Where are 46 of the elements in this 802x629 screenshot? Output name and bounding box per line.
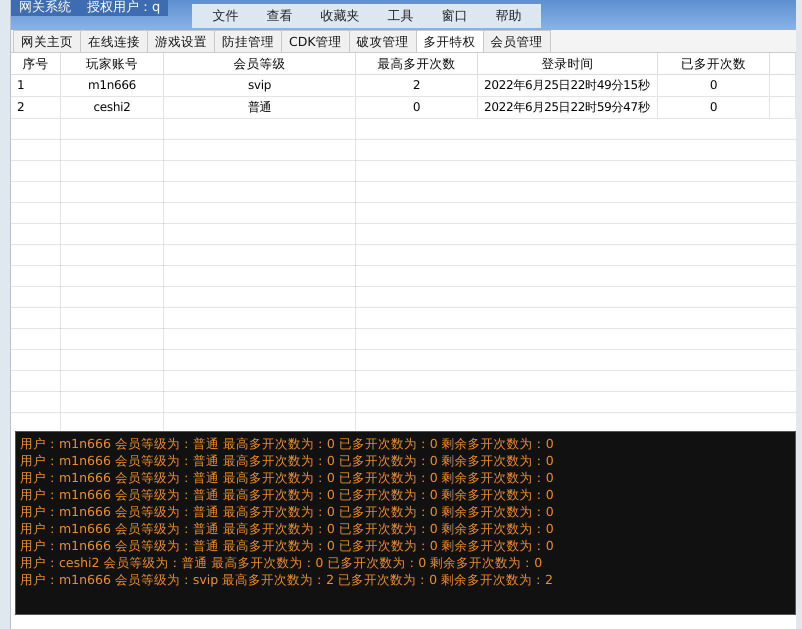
log-line: 用户：m1n666 会员等级为：svip 最高多开次数为：2 已多开次数为：0 剩余多开次数为：2 — [20, 571, 554, 588]
menu-item[interactable]: 收藏夹 — [306, 7, 374, 25]
log-line: 用户：m1n666 会员等级为：普通 最高多开次数为：0 已多开次数为：0 剩余多开次数为：0 — [20, 537, 555, 554]
table-cell: 2 — [11, 97, 61, 119]
tab[interactable]: 防挂管理 — [214, 30, 282, 52]
table-cell: 普通 — [164, 97, 356, 119]
log-line: 用户：m1n666 会员等级为：普通 最高多开次数为：0 已多开次数为：0 剩余多开次数为：0 — [20, 452, 555, 469]
column-header[interactable]: 序号 — [11, 53, 61, 75]
menu-item[interactable]: 窗口 — [427, 7, 482, 25]
table-cell: 2 — [356, 75, 478, 97]
tab[interactable]: CDK管理 — [281, 30, 350, 52]
tab[interactable]: 游戏设置 — [147, 30, 215, 52]
log-line: 用户：ceshi2 会员等级为：普通 最高多开次数为：0 已多开次数为：0 剩余多开次数为：0 — [20, 554, 544, 571]
menu-item[interactable]: 查看 — [252, 7, 306, 25]
empty-cell — [770, 97, 796, 119]
log-line: 用户：m1n666 会员等级为：普通 最高多开次数为：0 已多开次数为：0 剩余多开次数为：0 — [20, 469, 555, 486]
table-cell: 0 — [658, 97, 770, 119]
table-cell: 2022年6月25日22时49分15秒 — [478, 75, 658, 97]
tab[interactable]: 破攻管理 — [348, 30, 417, 52]
tab[interactable]: 在线连接 — [80, 30, 148, 52]
table-cell: m1n666 — [61, 75, 164, 97]
tab[interactable]: 网关主页 — [13, 30, 81, 52]
window-title: 网关系统 — [11, 0, 79, 16]
tab[interactable]: 会员管理 — [482, 30, 551, 52]
table-cell: 0 — [356, 97, 478, 119]
log-line: 用户：m1n666 会员等级为：普通 最高多开次数为：0 已多开次数为：0 剩余多开次数为：0 — [20, 503, 555, 520]
column-header[interactable]: 玩家账号 — [61, 53, 164, 75]
table-cell: 0 — [658, 75, 770, 97]
license-user: 授权用户：q — [79, 0, 168, 16]
column-header[interactable]: 登录时间 — [478, 53, 658, 75]
column-header[interactable]: 会员等级 — [164, 53, 356, 75]
table-cell: 2022年6月25日22时59分47秒 — [478, 97, 658, 119]
empty-header — [770, 53, 796, 75]
table-cell: 1 — [11, 75, 61, 97]
tab[interactable]: 多开特权 — [416, 30, 484, 52]
log-line: 用户：m1n666 会员等级为：普通 最高多开次数为：0 已多开次数为：0 剩余多开次数为：0 — [20, 486, 555, 503]
menu-item[interactable]: 文件 — [198, 7, 252, 25]
column-header[interactable]: 已多开次数 — [658, 53, 770, 75]
menu-item[interactable]: 帮助 — [481, 7, 536, 25]
table-cell: svip — [164, 75, 356, 97]
table-cell: ceshi2 — [61, 97, 164, 119]
log-line: 用户：m1n666 会员等级为：普通 最高多开次数为：0 已多开次数为：0 剩余多开次数为：0 — [20, 435, 555, 452]
menu-item[interactable]: 工具 — [373, 7, 428, 25]
log-line: 用户：m1n666 会员等级为：普通 最高多开次数为：0 已多开次数为：0 剩余多开次数为：0 — [20, 520, 555, 537]
column-header[interactable]: 最高多开次数 — [356, 53, 478, 75]
empty-cell — [770, 75, 796, 97]
